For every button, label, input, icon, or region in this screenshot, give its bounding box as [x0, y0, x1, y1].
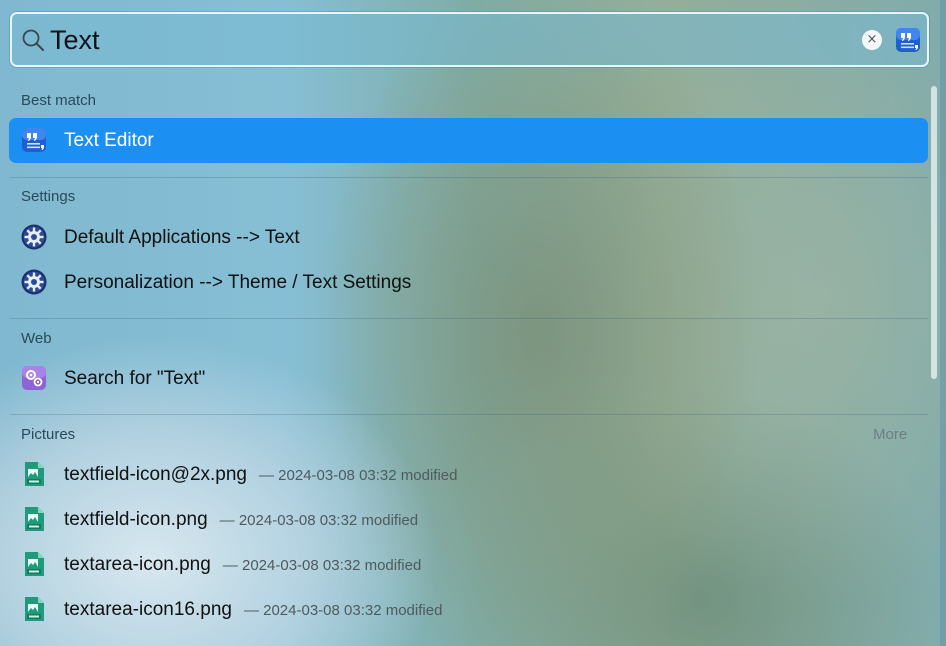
divider [10, 414, 928, 415]
result-label: Text Editor [64, 130, 154, 151]
gear-icon [21, 224, 47, 250]
section-title-web: Web [21, 330, 52, 347]
divider [10, 177, 928, 178]
result-picture-2[interactable]: textarea-icon.png — 2024-03-08 03:32 modi… [9, 542, 928, 587]
search-input[interactable] [50, 20, 810, 60]
result-label: Default Applications --> Text [64, 227, 300, 248]
window-edge [940, 0, 946, 646]
result-label: Search for "Text" [64, 368, 206, 389]
search-icon [22, 29, 44, 51]
result-picture-0[interactable]: textfield-icon@2x.png — 2024-03-08 03:32 … [9, 452, 928, 497]
section-title-best-match: Best match [21, 92, 97, 109]
section-title-pictures: Pictures [21, 426, 76, 443]
file-meta: — 2024-03-08 03:32 modified [222, 557, 422, 574]
file-name: textarea-icon16.png [64, 599, 232, 620]
png-file-icon [25, 462, 44, 486]
file-name: textfield-icon@2x.png [64, 464, 247, 485]
result-label: Personalization --> Theme / Text Setting… [64, 272, 412, 293]
png-file-icon [25, 597, 44, 621]
web-search-icon [22, 366, 46, 390]
more-pictures-link[interactable]: More [873, 426, 907, 443]
scrollbar[interactable] [931, 86, 937, 379]
result-default-applications[interactable]: Default Applications --> Text [9, 215, 928, 260]
file-name: textarea-icon.png [64, 554, 211, 575]
png-file-icon [25, 507, 44, 531]
file-meta: — 2024-03-08 03:32 modified [219, 512, 419, 529]
file-meta: — 2024-03-08 03:32 modified [243, 602, 443, 619]
result-picture-3[interactable]: textarea-icon16.png — 2024-03-08 03:32 mo… [9, 587, 928, 632]
clear-search-button[interactable]: × [862, 30, 882, 50]
png-file-icon [25, 552, 44, 576]
result-personalization-theme[interactable]: Personalization --> Theme / Text Setting… [9, 260, 928, 305]
result-picture-1[interactable]: textfield-icon.png — 2024-03-08 03:32 mod… [9, 497, 928, 542]
file-name: textfield-icon.png [64, 509, 208, 530]
result-text-editor[interactable]: Text Editor [9, 118, 928, 163]
search-box[interactable]: × [10, 12, 929, 67]
text-editor-icon [22, 128, 46, 152]
result-web-search[interactable]: Search for "Text" [9, 356, 928, 401]
text-editor-icon[interactable] [895, 27, 921, 53]
app-launcher: × Best match Text Editor [0, 0, 946, 646]
file-meta: — 2024-03-08 03:32 modified [259, 467, 458, 484]
gear-icon [21, 269, 47, 295]
section-title-settings: Settings [21, 188, 76, 205]
divider [10, 318, 928, 319]
